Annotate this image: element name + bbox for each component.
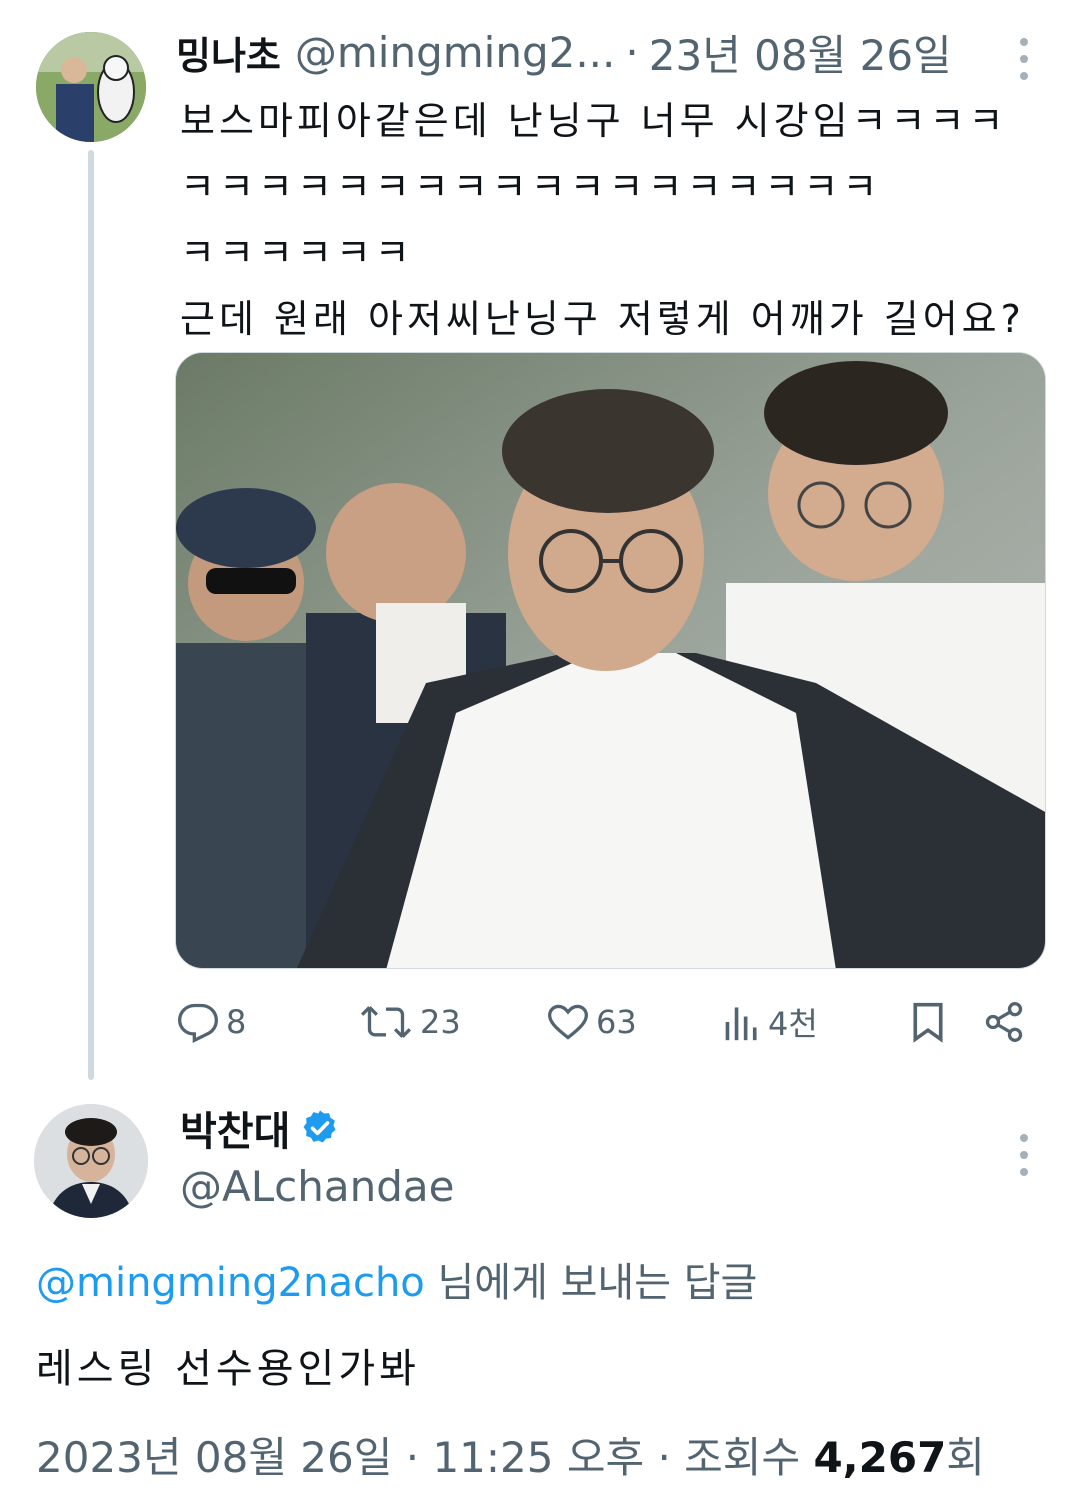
more-icon[interactable] [1014, 38, 1034, 80]
verified-badge-icon[interactable] [300, 1108, 340, 1148]
share-button[interactable] [982, 996, 1026, 1048]
author-name[interactable]: 박찬대 [180, 1099, 290, 1157]
tweet-header: 박찬대 [180, 1100, 340, 1156]
tweet-timestamp[interactable]: 2023년 08월 26일 · 11:25 오후 · 조회수 [36, 1433, 813, 1482]
tweet-text: 보스마피아같은데 난닝구 너무 시강임ㅋㅋㅋㅋ ㅋㅋㅋㅋㅋㅋㅋㅋㅋㅋㅋㅋㅋㅋㅋㅋ… [180, 99, 1025, 341]
bookmark-icon [913, 1002, 943, 1043]
tweet-actions: 8 23 63 4천 [176, 996, 1032, 1048]
reply-icon [178, 1003, 218, 1043]
tweet-text: 레스링 선수용인가봐 [36, 1346, 420, 1392]
tweet-date[interactable]: 23년 08월 26일 [649, 22, 952, 83]
share-icon [985, 1002, 1023, 1042]
retweet-icon [360, 1006, 412, 1038]
views-number: 4,267 [813, 1433, 947, 1482]
views-count: 4천 [768, 1005, 818, 1043]
reply-count: 8 [226, 1003, 247, 1041]
retweet-button[interactable]: 23 [358, 996, 461, 1048]
like-count: 63 [596, 1003, 637, 1041]
views-unit: 회 [946, 1433, 985, 1482]
reply-mention-link[interactable]: @mingming2nacho [36, 1260, 425, 1306]
tweet-photo[interactable] [175, 352, 1046, 969]
bookmark-button[interactable] [908, 996, 948, 1048]
photo-image-icon [176, 353, 1045, 968]
thread-connector-line [88, 150, 94, 1080]
avatar-image-icon [36, 32, 146, 142]
views-icon [725, 1007, 757, 1041]
author-name[interactable]: 밍나초 [176, 25, 281, 80]
reply-button[interactable]: 8 [176, 996, 246, 1048]
more-icon[interactable] [1014, 1134, 1034, 1176]
views-button[interactable]: 4천 [722, 996, 818, 1048]
like-icon [548, 1004, 588, 1040]
like-button[interactable]: 63 [546, 996, 637, 1048]
author-handle[interactable]: @mingming2... [295, 28, 616, 77]
avatar[interactable] [34, 1104, 148, 1218]
separator-dot: · [625, 27, 639, 77]
avatar[interactable] [36, 32, 146, 142]
tweet-header: 밍나초 @mingming2... · 23년 08월 26일 [176, 24, 952, 80]
avatar-image-icon [34, 1104, 148, 1218]
reply-to-suffix: 님에게 보내는 답글 [424, 1260, 758, 1306]
reply-to-line: @mingming2nacho 님에게 보내는 답글 [36, 1250, 757, 1308]
tweet-timestamp-views: 2023년 08월 26일 · 11:25 오후 · 조회수 4,267회 [36, 1424, 985, 1485]
retweet-count: 23 [420, 1003, 461, 1041]
author-handle[interactable]: @ALchandae [180, 1162, 454, 1211]
